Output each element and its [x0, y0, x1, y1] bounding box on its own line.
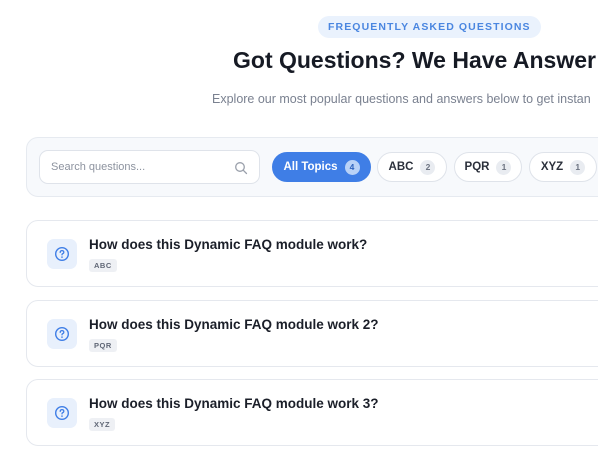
question-circle-icon: [54, 405, 70, 421]
topic-filter-xyz[interactable]: XYZ 1: [529, 152, 597, 182]
faq-question: How does this Dynamic FAQ module work 3?: [89, 396, 379, 411]
faq-icon-container: [47, 239, 77, 269]
faq-topic-tag: XYZ: [89, 418, 116, 431]
faq-item[interactable]: How does this Dynamic FAQ module work 3?…: [26, 379, 598, 446]
topic-filter-pqr[interactable]: PQR 1: [454, 152, 522, 182]
faq-item[interactable]: How does this Dynamic FAQ module work 2?…: [26, 300, 598, 367]
topic-filter-label: All Topics: [283, 161, 338, 173]
faq-icon-container: [47, 319, 77, 349]
page-subtitle: Explore our most popular questions and a…: [212, 92, 591, 106]
search-icon[interactable]: [234, 161, 248, 175]
faq-icon-container: [47, 398, 77, 428]
search-input[interactable]: [51, 151, 231, 183]
topic-filter-label: XYZ: [540, 161, 564, 173]
faq-page: FREQUENTLY ASKED QUESTIONS Got Questions…: [0, 0, 598, 449]
faq-question: How does this Dynamic FAQ module work 2?: [89, 317, 379, 332]
topic-count-badge: 1: [570, 159, 586, 175]
section-eyebrow-badge: FREQUENTLY ASKED QUESTIONS: [318, 16, 541, 38]
faq-item[interactable]: How does this Dynamic FAQ module work? A…: [26, 220, 598, 287]
topic-count-badge: 4: [344, 159, 360, 175]
topic-filter-all-topics[interactable]: All Topics 4: [272, 152, 371, 182]
search-box[interactable]: [39, 150, 260, 184]
page-title: Got Questions? We Have Answer: [233, 47, 596, 73]
question-circle-icon: [54, 326, 70, 342]
topic-count-badge: 1: [496, 159, 512, 175]
topic-count-badge: 2: [420, 159, 436, 175]
topic-filter-label: PQR: [464, 161, 490, 173]
faq-topic-tag: PQR: [89, 339, 117, 352]
topic-filter-label: ABC: [388, 161, 414, 173]
faq-question: How does this Dynamic FAQ module work?: [89, 237, 368, 252]
faq-topic-tag: ABC: [89, 259, 117, 272]
question-circle-icon: [54, 246, 70, 262]
topic-filter-abc[interactable]: ABC 2: [377, 152, 447, 182]
